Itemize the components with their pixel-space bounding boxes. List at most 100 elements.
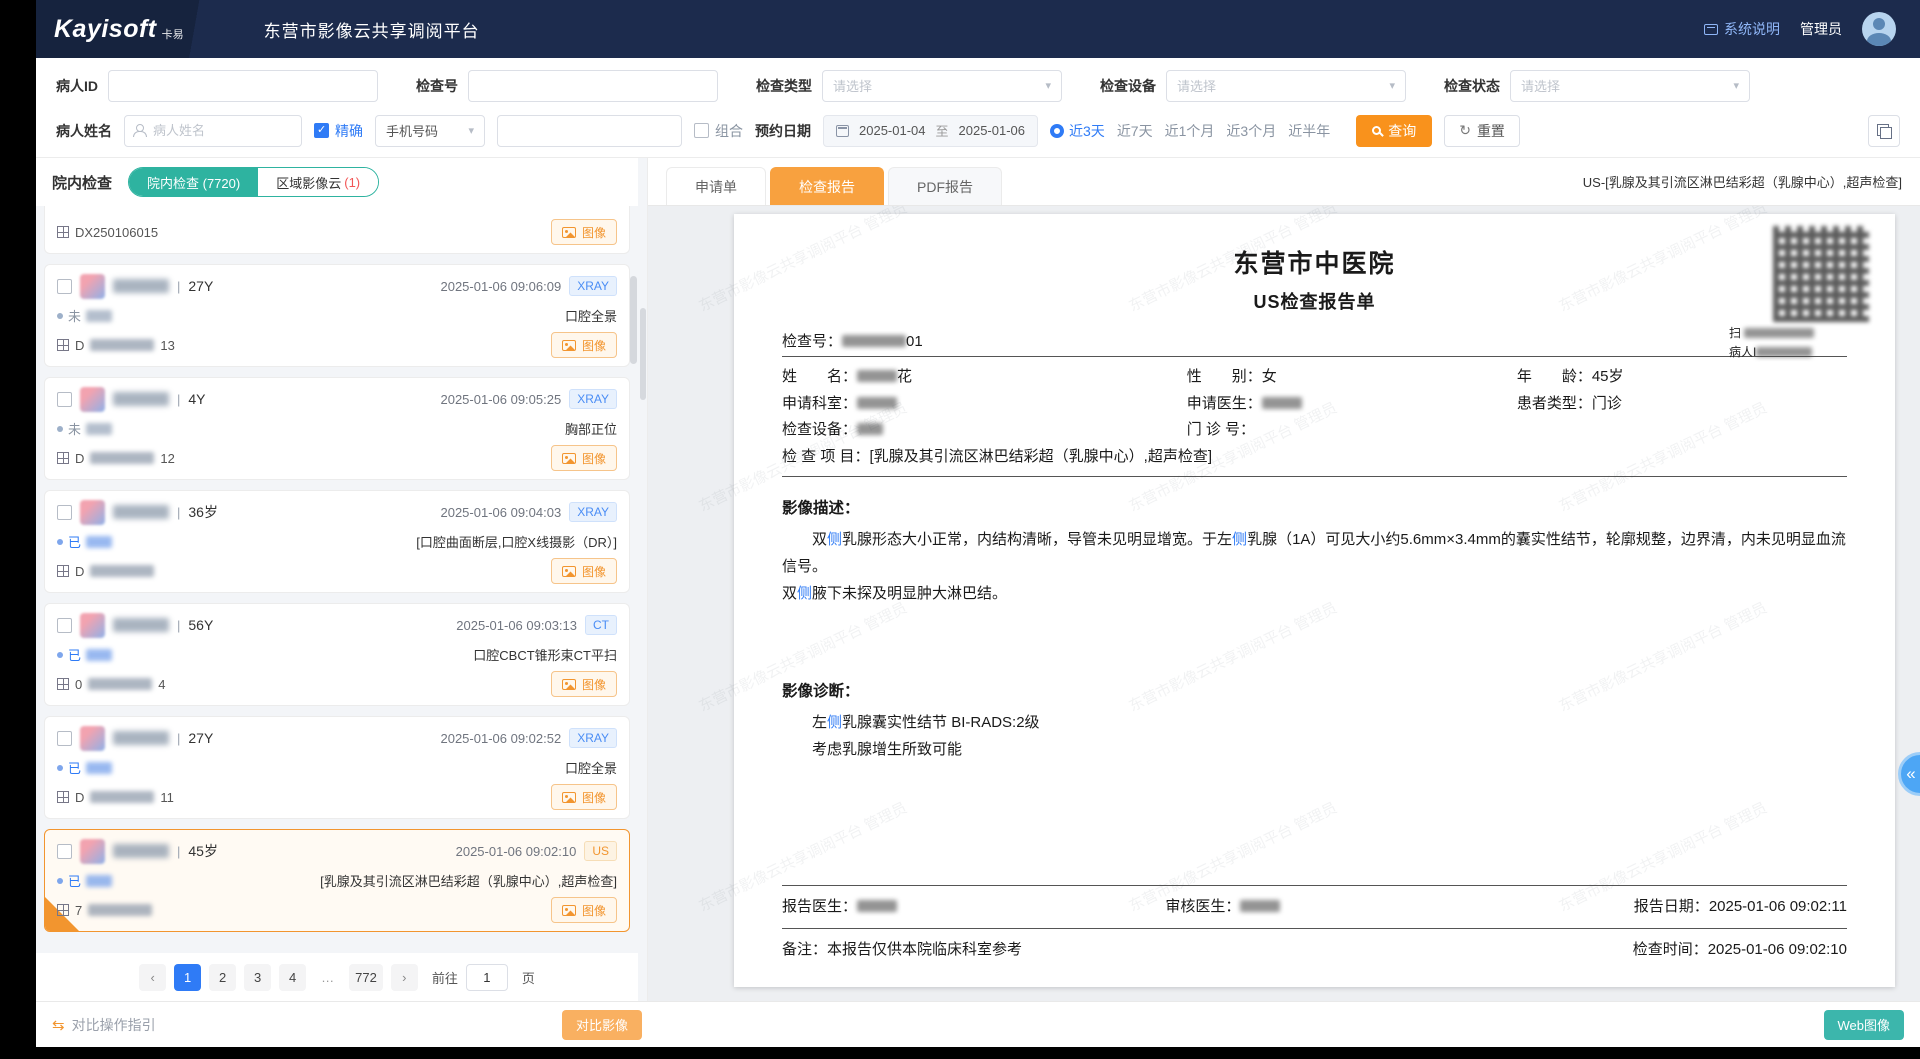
calendar-icon [836, 125, 849, 137]
exam-checkbox[interactable] [57, 618, 72, 633]
next-page-button[interactable]: › [391, 964, 418, 991]
exam-card[interactable]: | 4Y 2025-01-06 09:05:25 XRAY 未 胸部正位 D 1… [44, 377, 630, 480]
image-button[interactable]: 图像 [551, 558, 617, 584]
image-button[interactable]: 图像 [551, 784, 617, 810]
exam-card[interactable]: | 27Y 2025-01-06 09:06:09 XRAY 未 口腔全景 D … [44, 264, 630, 367]
field-exam-item: 检 查 项 目：[乳腺及其引流区淋巴结彩超（乳腺中心）,超声检查] [782, 444, 1847, 471]
patient-avatar [80, 387, 105, 412]
separator: | [177, 618, 180, 633]
accession-redacted [90, 791, 154, 803]
tab-request-form[interactable]: 申请单 [666, 167, 766, 205]
image-icon [562, 566, 576, 577]
status-text: 未 [68, 306, 81, 325]
qr-code [1773, 226, 1869, 322]
date-from-value[interactable]: 2025-01-04 [859, 123, 926, 138]
exam-checkbox[interactable] [57, 731, 72, 746]
panel-splitter[interactable] [638, 158, 648, 1001]
page-button[interactable]: 772 [349, 964, 383, 991]
image-button[interactable]: 图像 [551, 332, 617, 358]
range-last-7-days[interactable]: 近7天 [1117, 121, 1153, 141]
accession-number: D 11 [57, 790, 174, 805]
range-last-half-year[interactable]: 近半年 [1288, 121, 1330, 141]
exam-card[interactable]: | 36岁 2025-01-06 09:04:03 XRAY 已 [口腔曲面断层… [44, 490, 630, 593]
accession-redacted [88, 678, 152, 690]
separator: | [177, 505, 180, 520]
checkbox-checked-icon [314, 123, 329, 138]
list-scrollbar[interactable] [630, 276, 637, 364]
patient-name-redacted [113, 618, 169, 632]
page-button[interactable]: 4 [279, 964, 306, 991]
compare-guide-icon: ⇆ [52, 1016, 65, 1034]
date-to-value[interactable]: 2025-01-06 [959, 123, 1026, 138]
page-button[interactable]: 3 [244, 964, 271, 991]
patient-id-label: 病人ID [56, 76, 98, 96]
exam-checkbox[interactable] [57, 392, 72, 407]
range-last-3-days[interactable]: 近3天 [1050, 121, 1105, 141]
exam-card-partial[interactable]: DX250106015 图像 [44, 206, 630, 254]
exam-description: 胸部正位 [130, 419, 617, 438]
range-last-1-month[interactable]: 近1个月 [1165, 121, 1215, 141]
patient-name-redacted [113, 844, 169, 858]
report-exam-no: 检查号：01 [782, 330, 1847, 351]
prev-page-button[interactable]: ‹ [139, 964, 166, 991]
status-dot [57, 426, 63, 432]
splitter-grip[interactable] [640, 308, 646, 400]
compare-images-button[interactable]: 对比影像 [562, 1010, 642, 1040]
exam-checkbox[interactable] [57, 844, 72, 859]
exam-card[interactable]: | 45岁 2025-01-06 09:02:10 US 已 [乳腺及其引流区淋… [44, 829, 630, 932]
combo-checkbox[interactable]: 组合 [694, 121, 743, 141]
patient-id-input[interactable] [108, 70, 378, 102]
exam-card[interactable]: | 27Y 2025-01-06 09:02:52 XRAY 已 口腔全景 D … [44, 716, 630, 819]
diagnosis-line: 左侧乳腺囊实性结节 BI-RADS:2级 [812, 709, 1847, 736]
reset-button[interactable]: ↻ 重置 [1444, 115, 1520, 147]
patient-avatar [80, 839, 105, 864]
tab-exam-report[interactable]: 检查报告 [770, 167, 884, 205]
image-button[interactable]: 图像 [551, 897, 617, 923]
image-icon [562, 227, 576, 238]
exam-list[interactable]: DX250106015 图像 | 27Y 2025-01-06 09:06:09 [36, 206, 638, 953]
image-icon [562, 905, 576, 916]
date-range-picker[interactable]: 2025-01-04 至 2025-01-06 [823, 115, 1038, 147]
exam-checkbox[interactable] [57, 279, 72, 294]
phone-type-select[interactable]: 手机号码 ▾ [375, 115, 485, 147]
device-select[interactable]: 请选择 ▾ [1166, 70, 1406, 102]
patient-age: 27Y [188, 278, 213, 294]
exam-datetime: 2025-01-06 09:05:25 [440, 392, 561, 407]
exam-no-label: 检查号 [416, 76, 458, 96]
tab-regional-cloud[interactable]: 区域影像云 (1) [258, 168, 378, 196]
range-last-3-months[interactable]: 近3个月 [1226, 121, 1276, 141]
patient-name-input[interactable] [124, 115, 302, 147]
image-button[interactable]: 图像 [551, 671, 617, 697]
page-button[interactable]: 1 [174, 964, 201, 991]
accession-redacted [90, 339, 154, 351]
status-redacted [86, 875, 112, 887]
compare-guide[interactable]: ⇆ 对比操作指引 [52, 1015, 156, 1035]
goto-page-input[interactable] [466, 964, 508, 991]
phone-type-value: 手机号码 [386, 121, 438, 140]
web-image-button[interactable]: Web图像 [1824, 1010, 1905, 1040]
image-button[interactable]: 图像 [551, 219, 617, 245]
status-select[interactable]: 请选择 ▾ [1510, 70, 1750, 102]
tab-hospital-exams[interactable]: 院内检查 (7720) [129, 168, 258, 196]
layout-toggle-button[interactable] [1868, 115, 1900, 147]
report-note: 备注：本报告仅供本院临床科室参考 [782, 934, 1022, 966]
page-button[interactable]: 2 [209, 964, 236, 991]
exam-no-input[interactable] [468, 70, 718, 102]
exact-match-checkbox[interactable]: 精确 [314, 121, 363, 141]
modality-tag: XRAY [569, 276, 617, 296]
user-avatar[interactable] [1862, 12, 1896, 46]
search-button[interactable]: 查询 [1356, 115, 1432, 147]
status-placeholder: 请选择 [1521, 76, 1560, 95]
exam-datetime: 2025-01-06 09:03:13 [456, 618, 577, 633]
exam-status: 已 [57, 871, 112, 890]
tab-pdf-report[interactable]: PDF报告 [888, 167, 1002, 205]
image-button[interactable]: 图像 [551, 445, 617, 471]
exam-status: 未 [57, 419, 112, 438]
exam-checkbox[interactable] [57, 505, 72, 520]
report-panel: 申请单 检查报告 PDF报告 US-[乳腺及其引流区淋巴结彩超（乳腺中心）,超声… [648, 158, 1920, 1001]
exam-card[interactable]: | 56Y 2025-01-06 09:03:13 CT 已 口腔CBCT锥形束… [44, 603, 630, 706]
system-help-link[interactable]: 系统说明 [1704, 19, 1780, 39]
field-req-doctor: 申请医生： [1187, 391, 1517, 418]
exam-type-select[interactable]: 请选择 ▾ [822, 70, 1062, 102]
phone-number-input[interactable] [497, 115, 682, 147]
